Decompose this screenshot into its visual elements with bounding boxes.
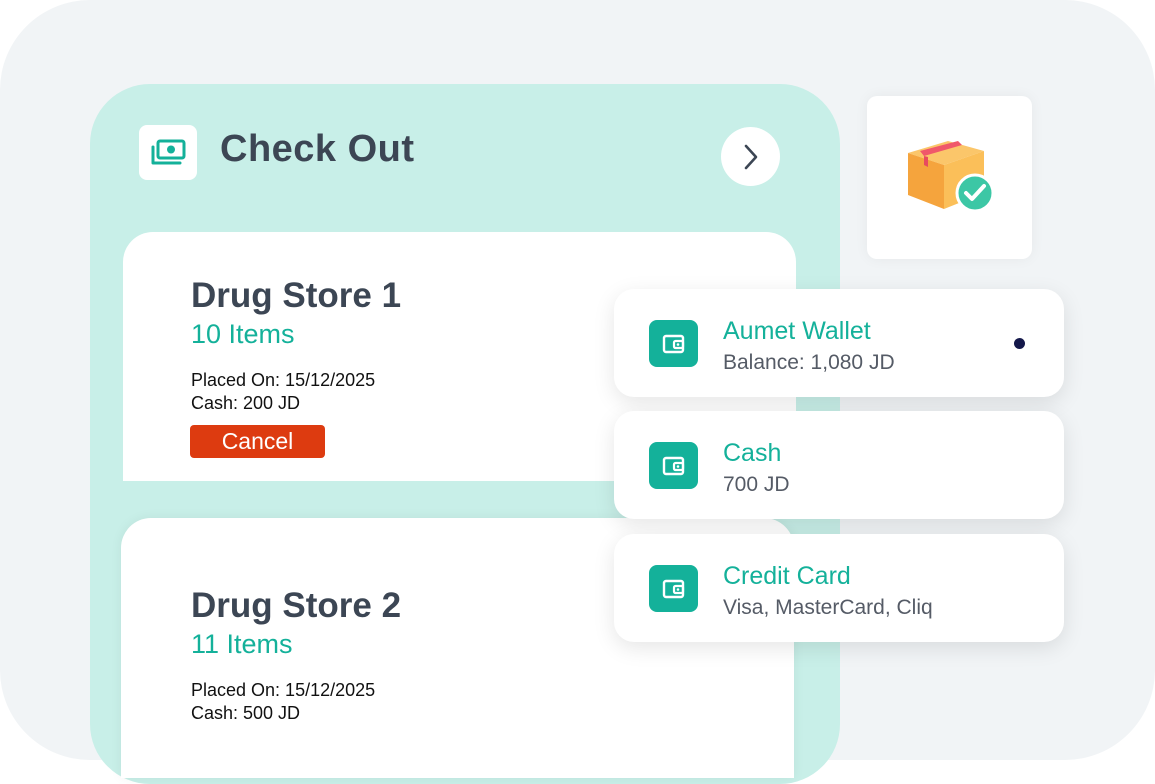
store-name: Drug Store 2	[191, 586, 402, 625]
payment-name: Credit Card	[723, 562, 851, 590]
placed-on-date: Placed On: 15/12/2025	[191, 370, 376, 390]
chevron-right-icon	[744, 144, 757, 169]
payment-detail: 700 JD	[723, 473, 790, 496]
payment-detail: Visa, MasterCard, Cliq	[723, 596, 933, 619]
store-item-count: 11 Items	[191, 629, 293, 659]
store-item-count: 10 Items	[191, 319, 295, 349]
payment-detail: Balance: 1,080 JD	[723, 351, 895, 374]
package-check-icon	[907, 140, 994, 212]
store-name: Drug Store 1	[191, 276, 402, 315]
wallet-icon	[649, 565, 698, 612]
selected-indicator	[1014, 338, 1025, 349]
payment-option-aumet-wallet[interactable]: Aumet Wallet Balance: 1,080 JD	[614, 289, 1064, 397]
next-button[interactable]	[721, 127, 780, 186]
wallet-icon	[649, 320, 698, 367]
page-title: Check Out	[220, 128, 415, 170]
order-status-card	[867, 96, 1032, 259]
payment-name: Cash	[723, 439, 782, 467]
cancel-button[interactable]: Cancel	[190, 425, 325, 458]
payment-name: Aumet Wallet	[723, 317, 871, 345]
payment-option-credit-card[interactable]: Credit Card Visa, MasterCard, Cliq	[614, 534, 1064, 642]
cash-amount: Cash: 200 JD	[191, 393, 301, 413]
money-icon	[139, 125, 197, 180]
payment-option-cash[interactable]: Cash 700 JD	[614, 411, 1064, 519]
cash-amount: Cash: 500 JD	[191, 703, 301, 723]
placed-on-date: Placed On: 15/12/2025	[191, 680, 376, 700]
wallet-icon	[649, 442, 698, 489]
